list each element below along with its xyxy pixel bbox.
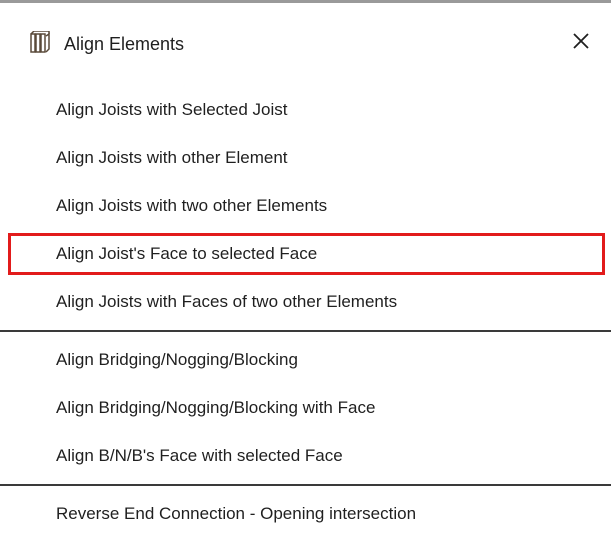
menu-item-align-joists-other-element[interactable]: Align Joists with other Element [0, 134, 611, 182]
menu-separator [0, 484, 611, 486]
close-icon [571, 31, 591, 56]
align-elements-panel: Align Elements Align Joists with Selecte… [0, 0, 611, 549]
menu-item-align-joists-selected-joist[interactable]: Align Joists with Selected Joist [0, 86, 611, 134]
menu-item-align-bridging-face[interactable]: Align Bridging/Nogging/Blocking with Fac… [0, 384, 611, 432]
menu-item-align-joist-face-selected-face[interactable]: Align Joist's Face to selected Face [0, 230, 611, 278]
title-bar: Align Elements [0, 3, 611, 83]
menu-item-align-joists-faces-two-elements[interactable]: Align Joists with Faces of two other Ele… [0, 278, 611, 326]
menu-item-reverse-end-connection[interactable]: Reverse End Connection - Opening interse… [0, 490, 611, 538]
joists-icon [30, 30, 52, 53]
menu-item-align-bridging[interactable]: Align Bridging/Nogging/Blocking [0, 336, 611, 384]
menu-item-align-joists-two-elements[interactable]: Align Joists with two other Elements [0, 182, 611, 230]
close-button[interactable] [566, 28, 596, 58]
menu-separator [0, 330, 611, 332]
menu-item-align-bnb-face-selected-face[interactable]: Align B/N/B's Face with selected Face [0, 432, 611, 480]
menu-list: Align Joists with Selected Joist Align J… [0, 86, 611, 538]
window-title: Align Elements [64, 34, 185, 54]
